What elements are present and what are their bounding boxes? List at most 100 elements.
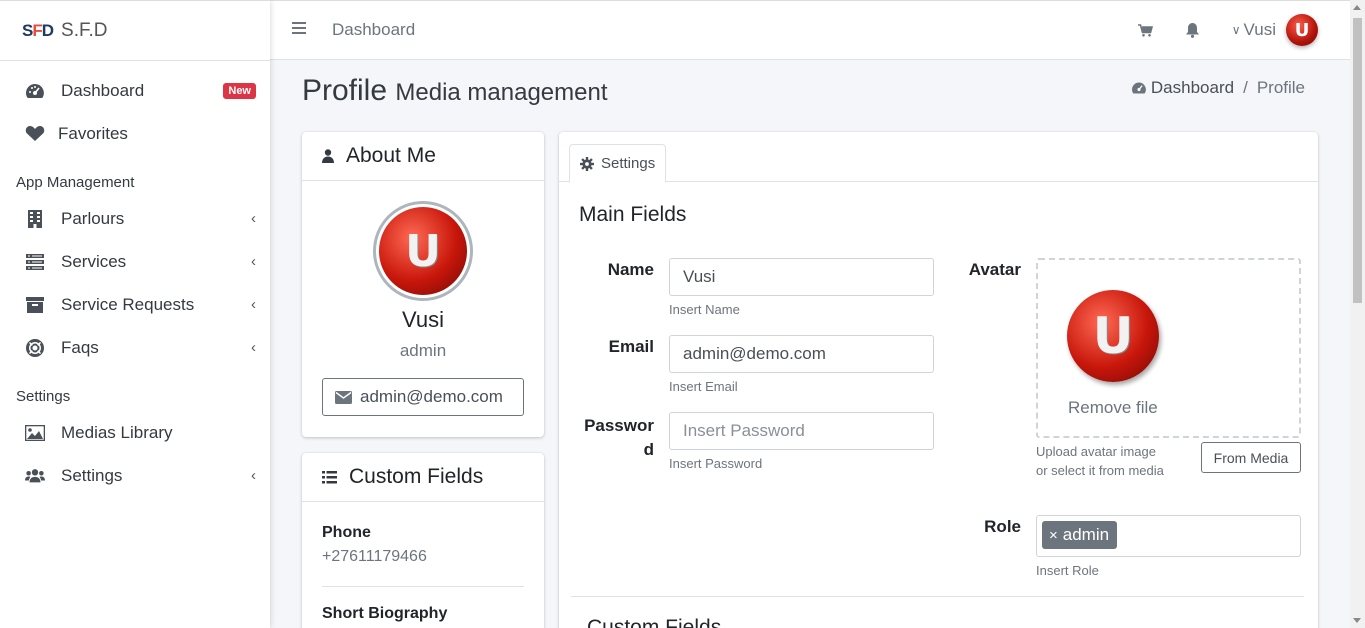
avatar-label: Avatar: [968, 260, 1021, 279]
chevron-left-icon: ‹: [251, 296, 256, 313]
custom-fields-header: Custom Fields: [302, 453, 544, 502]
password-help: Insert Password: [669, 456, 763, 471]
image-icon: [25, 423, 45, 443]
user-name: Vusi: [1243, 20, 1276, 39]
profile-name: Vusi: [402, 307, 444, 332]
sidebar-item-dashboard[interactable]: Dashboard New: [0, 69, 270, 112]
brand-logo: SFD: [22, 20, 54, 40]
role-tag: × admin: [1042, 521, 1118, 549]
page-title-text: Profile: [302, 74, 388, 107]
sidebar-item-favorites[interactable]: Favorites: [0, 112, 270, 155]
dashboard-icon: [1131, 81, 1147, 95]
role-label: Role: [984, 517, 1021, 536]
avatar-help: Upload avatar image or select it from me…: [1036, 444, 1164, 478]
name-label: Name: [607, 260, 654, 279]
main-fields-title: Main Fields: [579, 203, 687, 226]
scrollbar-thumb[interactable]: [1353, 18, 1362, 303]
breadcrumb: Dashboard / Profile: [1131, 78, 1305, 98]
building-icon: [25, 209, 45, 229]
email-button[interactable]: admin@demo.com: [322, 378, 524, 416]
sidebar-item-settings[interactable]: Settings ‹: [0, 454, 270, 497]
page-title: Profile Media management: [302, 74, 608, 108]
scroll-down-arrow[interactable]: [1353, 618, 1361, 623]
topbar: Dashboard ∨ Vusi U: [270, 0, 1350, 60]
users-icon: [25, 466, 45, 486]
breadcrumb-home-label: Dashboard: [1150, 78, 1235, 97]
profile-avatar: U: [373, 201, 473, 301]
phone-value: +27611179466: [322, 548, 427, 565]
topbar-right: ∨ Vusi U: [1106, 14, 1318, 46]
brand-name: S.F.D: [61, 19, 108, 41]
tab-settings-label: Settings: [601, 155, 656, 172]
heart-icon: [25, 124, 45, 144]
role-tag-label: admin: [1062, 525, 1110, 544]
breadcrumb-dashboard-link[interactable]: Dashboard: [1131, 78, 1234, 98]
sidebar-nav: Dashboard New Favorites App Management P…: [0, 61, 270, 497]
tab-settings[interactable]: Settings: [569, 144, 666, 183]
custom-fields-title: Custom Fields: [349, 465, 484, 488]
sidebar-item-label: Service Requests: [61, 294, 195, 314]
password-input[interactable]: Insert Password: [669, 412, 934, 450]
sidebar-item-faqs[interactable]: Faqs ‹: [0, 326, 270, 369]
avatar-dropzone[interactable]: U Remove file: [1036, 258, 1301, 438]
bell-icon[interactable]: [1185, 22, 1200, 38]
about-me-title: About Me: [346, 144, 436, 167]
email-input[interactable]: admin@demo.com: [669, 335, 934, 373]
envelope-icon: [335, 390, 352, 404]
nav-header-app-management: App Management: [16, 174, 135, 191]
sidebar-item-services[interactable]: Services ‹: [0, 240, 270, 283]
chevron-left-icon: ‹: [251, 210, 256, 227]
chevron-left-icon: ‹: [251, 253, 256, 270]
life-ring-icon: [25, 338, 45, 358]
sidebar-item-label: Services: [61, 251, 127, 271]
password-label: Passwor d: [579, 414, 654, 462]
email-label: Email: [608, 337, 654, 356]
sidebar-item-label: Parlours: [61, 208, 125, 228]
sidebar-item-label: Faqs: [61, 337, 99, 357]
chevron-left-icon: ‹: [251, 467, 256, 484]
from-media-button[interactable]: From Media: [1201, 442, 1301, 473]
new-badge: New: [223, 82, 256, 99]
user-menu-toggle[interactable]: ∨ Vusi U: [1232, 14, 1318, 46]
role-help: Insert Role: [1036, 563, 1099, 578]
nav-header-settings: Settings: [16, 388, 71, 405]
profile-role: admin: [399, 341, 447, 360]
short-biography-label: Short Biography: [322, 605, 448, 622]
sidebar-item-service-requests[interactable]: Service Requests ‹: [0, 283, 270, 326]
gear-icon: [580, 156, 594, 171]
sidebar-item-label: Settings: [61, 465, 123, 485]
custom-fields-card: Custom Fields Phone +27611179466 Short B…: [302, 453, 544, 628]
avatar-preview: U: [1067, 290, 1159, 382]
sidebar-item-parlours[interactable]: Parlours ‹: [0, 197, 270, 240]
email-button-label: admin@demo.com: [360, 387, 503, 406]
page-subtitle: Media management: [395, 79, 608, 106]
remove-file-link[interactable]: Remove file: [1068, 398, 1158, 418]
about-me-card: About Me U Vusi admin admin@demo.com: [302, 132, 544, 437]
topbar-dashboard-link[interactable]: Dashboard: [332, 20, 415, 40]
sidebar-item-label: Favorites: [58, 123, 128, 143]
password-label-line2: d: [643, 440, 654, 459]
breadcrumb-current: Profile: [1256, 78, 1305, 97]
sidebar: SFD S.F.D Dashboard New Favorites App Ma…: [0, 0, 270, 628]
sidebar-item-label: Dashboard: [61, 80, 145, 100]
user-avatar: U: [1286, 14, 1318, 46]
scroll-up-arrow[interactable]: [1353, 5, 1361, 10]
sidebar-item-medias-library[interactable]: Medias Library: [0, 411, 270, 454]
role-select[interactable]: × admin: [1036, 515, 1301, 557]
hamburger-menu-icon[interactable]: [292, 21, 308, 39]
email-help: Insert Email: [669, 379, 738, 394]
brand[interactable]: SFD S.F.D: [0, 1, 270, 61]
list-icon: [25, 252, 45, 272]
phone-label: Phone: [322, 524, 371, 541]
settings-card: Settings Main Fields Name Vusi Insert Na…: [559, 132, 1318, 628]
page-scrollbar[interactable]: [1350, 0, 1365, 628]
sidebar-item-label: Medias Library: [61, 422, 173, 442]
user-icon: [322, 149, 334, 163]
dashboard-icon: [25, 81, 45, 101]
remove-tag-icon[interactable]: ×: [1049, 527, 1058, 544]
name-help: Insert Name: [669, 302, 740, 317]
list-icon: [322, 470, 337, 484]
cart-icon[interactable]: [1137, 23, 1153, 37]
name-input[interactable]: Vusi: [669, 258, 934, 296]
archive-icon: [25, 295, 45, 315]
